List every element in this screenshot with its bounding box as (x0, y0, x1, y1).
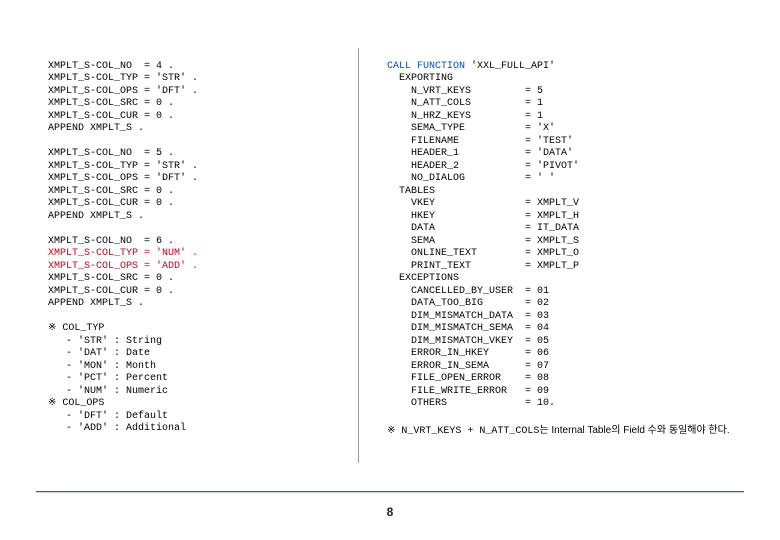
tables-block: TABLES VKEY = XMPLT_V HKEY = XMPLT_H DAT… (387, 186, 579, 272)
left-code-column: XMPLT_S-COL_NO = 4 . XMPLT_S-COL_TYP = '… (48, 48, 358, 463)
code-block-1: XMPLT_S-COL_NO = 4 . XMPLT_S-COL_TYP = '… (48, 61, 198, 135)
footnote: ※ N_VRT_KEYS + N_ATT_COLS는 Internal Tabl… (387, 425, 744, 439)
footnote-text: 는 Internal Table의 Field 수와 동일해야 한다. (539, 425, 729, 436)
right-code-column: CALL FUNCTION 'XXL_FULL_API' EXPORTING N… (358, 48, 744, 463)
coltyp-list: - 'STR' : String - 'DAT' : Date - 'MON' … (48, 336, 168, 397)
call-function-kw: CALL FUNCTION (387, 61, 471, 72)
exporting-block: EXPORTING N_VRT_KEYS = 5 N_ATT_COLS = 1 … (387, 73, 579, 184)
footnote-formula: ※ N_VRT_KEYS + N_ATT_COLS (387, 426, 539, 437)
footer-rule (36, 491, 744, 492)
coltyp-header: ※ COL_TYP (48, 323, 104, 334)
exceptions-block: EXCEPTIONS CANCELLED_BY_USER = 01 DATA_T… (387, 273, 555, 409)
code-block-3c: XMPLT_S-COL_SRC = 0 . XMPLT_S-COL_CUR = … (48, 273, 174, 309)
code-block-2: XMPLT_S-COL_NO = 5 . XMPLT_S-COL_TYP = '… (48, 148, 198, 222)
code-block-3b-highlight: XMPLT_S-COL_TYP = 'NUM' . XMPLT_S-COL_OP… (48, 248, 198, 272)
colops-header: ※ COL_OPS (48, 398, 104, 409)
page-number: 8 (0, 505, 780, 520)
code-block-3a: XMPLT_S-COL_NO = 6 . (48, 236, 174, 247)
colops-list: - 'DFT' : Default - 'ADD' : Additional (48, 411, 186, 435)
call-function-name: 'XXL_FULL_API' (471, 61, 555, 72)
